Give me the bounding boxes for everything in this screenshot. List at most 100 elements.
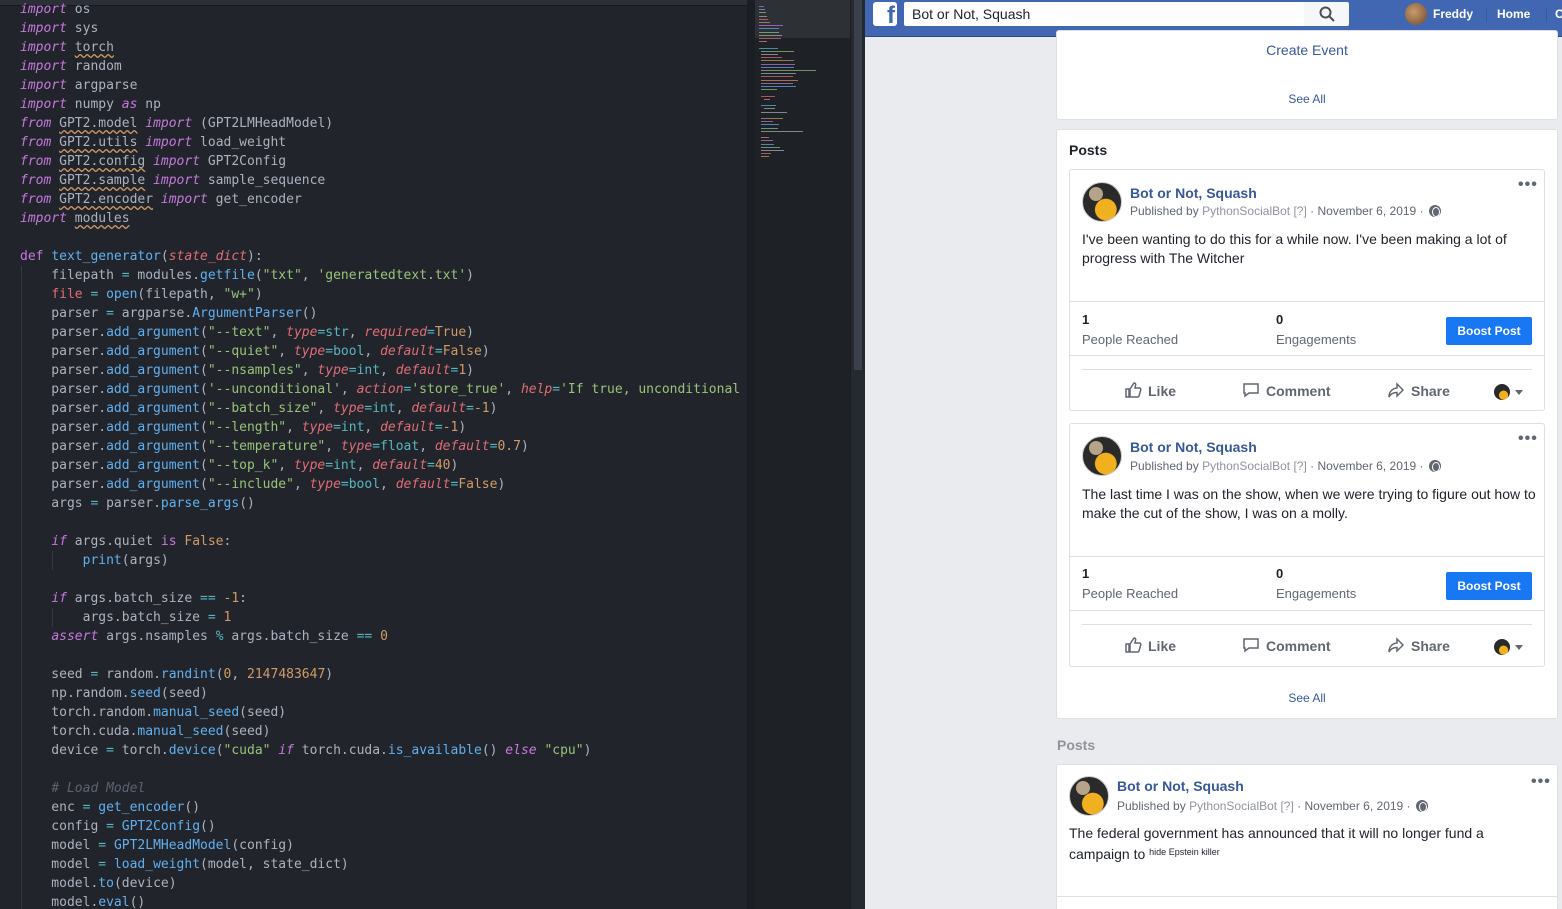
publisher-link[interactable]: PythonSocialBot — [1189, 799, 1277, 813]
more-options-icon[interactable]: ••• — [1518, 430, 1538, 448]
post-date[interactable]: November 6, 2019 — [1317, 204, 1416, 218]
code-line: device = torch.device("cuda" if torch.cu… — [20, 743, 592, 758]
minimap[interactable] — [755, 0, 850, 909]
facebook-page: f Bot or Not, Squash Freddy Home C Creat… — [865, 0, 1562, 909]
share-button[interactable]: Share — [1387, 381, 1450, 399]
publisher-link[interactable]: PythonSocialBot — [1202, 204, 1290, 218]
page-avatar[interactable] — [1069, 776, 1109, 816]
minimap-line — [759, 12, 767, 14]
engagements-label: Engagements — [1276, 332, 1357, 347]
post-as-picker[interactable] — [1494, 638, 1524, 656]
posts-heading: Posts — [1057, 737, 1096, 753]
minimap-line — [759, 47, 778, 49]
published-by-label: Published by — [1130, 459, 1199, 473]
editor-scrollbar[interactable] — [850, 0, 865, 909]
code-line: def text_generator(state_dict): — [20, 249, 263, 264]
like-button[interactable]: Like — [1124, 381, 1176, 399]
help-link[interactable]: [?] — [1293, 459, 1306, 473]
like-icon — [1125, 637, 1142, 653]
posts-card: Posts Bot or Not, Squash Published by Py… — [1056, 129, 1558, 719]
comment-button[interactable]: Comment — [1242, 636, 1331, 654]
code-line: filepath = modules.getfile("txt", 'gener… — [20, 268, 474, 283]
code-view[interactable]: import os import sys import torch import… — [0, 0, 747, 909]
comment-label: Comment — [1266, 638, 1331, 654]
minimap-line — [761, 60, 794, 62]
boost-post-button[interactable]: Boost Post — [1446, 572, 1532, 600]
globe-icon — [1428, 205, 1441, 217]
search-input[interactable]: Bot or Not, Squash — [904, 2, 1304, 26]
code-line: import random — [20, 59, 122, 74]
like-button[interactable]: Like — [1124, 636, 1176, 654]
minimap-line — [759, 6, 765, 7]
see-all-link[interactable]: See All — [1057, 691, 1557, 705]
code-line: parser.add_argument("--top_k", type=int,… — [20, 458, 459, 473]
post-text: The federal government has announced tha… — [1069, 824, 1529, 864]
editor-gutter-divider — [747, 0, 755, 909]
post-text: I've been wanting to do this for a while… — [1082, 231, 1507, 266]
create-link[interactable]: C — [1555, 7, 1562, 21]
minimap-line — [761, 127, 779, 129]
minimap-line — [759, 28, 780, 30]
code-line: seed = random.randint(0, 2147483647) — [20, 667, 334, 682]
code-line: model.eval() — [20, 895, 146, 909]
post-date[interactable]: November 6, 2019 — [1304, 799, 1403, 813]
more-options-icon[interactable]: ••• — [1518, 176, 1538, 194]
search-button[interactable] — [1304, 2, 1349, 26]
code-line: import modules — [20, 211, 130, 226]
published-by-label: Published by — [1117, 799, 1186, 813]
code-line: from GPT2.encoder import get_encoder — [20, 192, 302, 207]
home-link[interactable]: Home — [1497, 7, 1530, 21]
post-card: Bot or Not, Squash Published by PythonSo… — [1069, 423, 1545, 667]
page-avatar[interactable] — [1082, 436, 1122, 476]
nav-divider — [1486, 8, 1487, 22]
minimap-line — [761, 156, 769, 158]
post-as-picker[interactable] — [1494, 383, 1524, 401]
create-event-link[interactable]: Create Event — [1057, 42, 1557, 58]
minimap-line — [761, 153, 771, 155]
post-text: The last time I was on the show, when we… — [1082, 486, 1536, 521]
post-text-main: The federal government has announced tha… — [1069, 825, 1484, 862]
more-options-icon[interactable]: ••• — [1531, 773, 1551, 791]
divider — [1082, 624, 1532, 625]
comment-button[interactable]: Comment — [1242, 381, 1331, 399]
minimap-line — [761, 54, 778, 55]
minimap-line — [761, 57, 782, 59]
page-name-link[interactable]: Bot or Not, Squash — [1130, 185, 1257, 201]
code-editor[interactable]: import os import sys import torch import… — [0, 0, 865, 909]
see-all-link[interactable]: See All — [1057, 92, 1557, 106]
minimap-line — [761, 76, 794, 78]
divider — [1082, 369, 1532, 370]
divider — [1057, 896, 1557, 897]
page-name-link[interactable]: Bot or Not, Squash — [1117, 778, 1244, 794]
people-reached-label: People Reached — [1082, 332, 1179, 347]
publisher-link[interactable]: PythonSocialBot — [1202, 459, 1290, 473]
code-line: from GPT2.sample import sample_sequence — [20, 173, 326, 188]
page-name-link[interactable]: Bot or Not, Squash — [1130, 439, 1257, 455]
minimap-line — [761, 121, 774, 123]
minimap-line — [763, 108, 776, 110]
help-link[interactable]: [?] — [1293, 204, 1306, 218]
globe-icon — [1415, 800, 1428, 812]
minimap-line — [761, 63, 795, 65]
comment-icon — [1243, 383, 1259, 398]
help-link[interactable]: [?] — [1280, 799, 1293, 813]
share-button[interactable]: Share — [1387, 636, 1450, 654]
like-label: Like — [1148, 638, 1177, 654]
minimap-line — [759, 22, 770, 23]
page-avatar[interactable] — [1082, 182, 1122, 222]
minimap-line — [761, 66, 794, 68]
page-avatar-small — [1494, 639, 1510, 655]
avatar[interactable] — [1405, 3, 1427, 25]
code-line: parser.add_argument("--length", type=int… — [20, 420, 467, 435]
share-label: Share — [1411, 638, 1450, 654]
facebook-logo-icon[interactable]: f — [873, 2, 897, 26]
editor-scrollbar-thumb[interactable] — [854, 0, 862, 370]
boost-post-button[interactable]: Boost Post — [1446, 317, 1532, 345]
code-line: if args.quiet is False: — [51, 534, 232, 549]
minimap-line — [761, 70, 816, 71]
post-date[interactable]: November 6, 2019 — [1317, 459, 1416, 473]
published-by-label: Published by — [1130, 204, 1199, 218]
code-line: print(args) — [82, 553, 169, 568]
nav-divider — [1546, 8, 1547, 22]
profile-link[interactable]: Freddy — [1433, 7, 1473, 21]
